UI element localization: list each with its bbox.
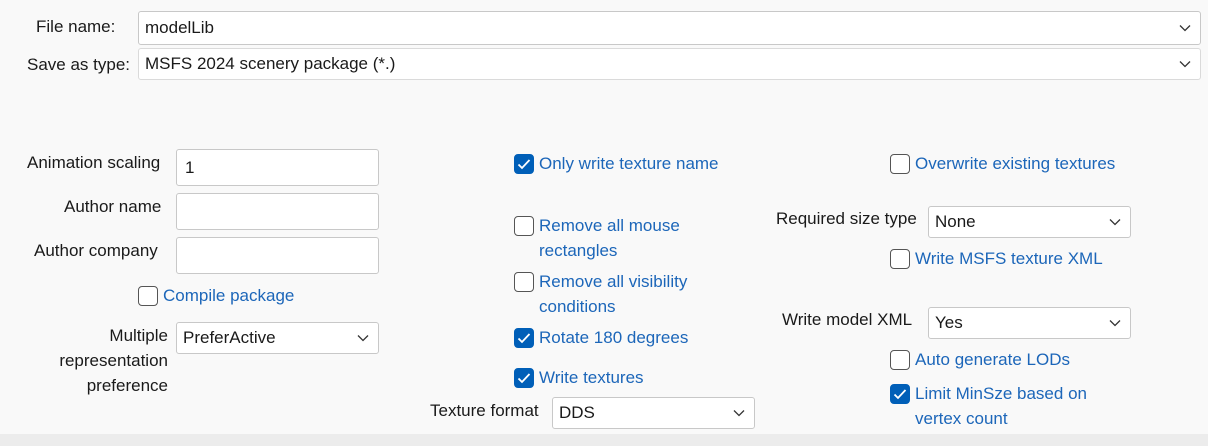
multiple-representation-select[interactable]: PreferActive (176, 322, 379, 354)
author-name-input[interactable] (176, 193, 379, 230)
save-as-type-select[interactable]: MSFS 2024 scenery package (*.) (138, 48, 1201, 80)
multiple-representation-label-line3: preference (86, 376, 168, 395)
author-company-label: Author company (34, 241, 158, 260)
required-size-type-value: None (935, 212, 976, 231)
auto-generate-lods-label[interactable]: Auto generate LODs (915, 347, 1070, 372)
texture-format-value: DDS (559, 403, 595, 422)
multiple-representation-label-line1: Multiple (109, 326, 168, 345)
multiple-representation-label-line2: representation (59, 351, 168, 370)
overwrite-existing-textures-label[interactable]: Overwrite existing textures (915, 151, 1115, 176)
limit-minsize-label-line2: vertex count (915, 409, 1008, 428)
chevron-down-icon[interactable] (1100, 218, 1130, 226)
remove-visibility-conditions-checkbox[interactable] (514, 272, 534, 292)
write-textures-checkbox[interactable] (514, 368, 534, 388)
texture-format-label: Texture format (430, 401, 539, 420)
chevron-down-icon[interactable] (1170, 24, 1200, 32)
multiple-representation-value: PreferActive (183, 328, 276, 347)
remove-mouse-rectangles-checkbox[interactable] (514, 216, 534, 236)
checkmark-icon (517, 159, 531, 170)
only-write-texture-name-checkbox[interactable] (514, 154, 534, 174)
remove-visibility-conditions-label[interactable]: Remove all visibility conditions (539, 269, 687, 319)
texture-format-select[interactable]: DDS (552, 397, 755, 429)
multiple-representation-label: Multiple representation preference (40, 323, 168, 398)
limit-minsize-label-line1: Limit MinSze based on (915, 384, 1087, 403)
file-name-input[interactable]: modelLib (138, 11, 1201, 45)
write-msfs-texture-xml-checkbox[interactable] (890, 249, 910, 269)
save-as-type-value: MSFS 2024 scenery package (*.) (145, 54, 396, 73)
chevron-down-icon[interactable] (1100, 319, 1130, 327)
write-textures-label[interactable]: Write textures (539, 365, 644, 390)
required-size-type-select[interactable]: None (928, 206, 1131, 238)
write-model-xml-label: Write model XML (782, 310, 913, 329)
limit-minsize-label[interactable]: Limit MinSze based on vertex count (915, 381, 1087, 431)
checkmark-icon (517, 333, 531, 344)
chevron-down-icon[interactable] (724, 409, 754, 417)
chevron-down-icon[interactable] (348, 334, 378, 342)
compile-package-label[interactable]: Compile package (163, 283, 294, 308)
remove-mouse-rectangles-label[interactable]: Remove all mouse rectangles (539, 213, 680, 263)
only-write-texture-name-label[interactable]: Only write texture name (539, 151, 719, 176)
remove-visibility-conditions-label-line2: conditions (539, 297, 616, 316)
required-size-type-label: Required size type (776, 209, 917, 228)
animation-scaling-label: Animation scaling (27, 153, 161, 172)
checkmark-icon (517, 373, 531, 384)
footer-strip (0, 434, 1208, 446)
remove-visibility-conditions-label-line1: Remove all visibility (539, 272, 688, 291)
remove-mouse-rectangles-label-line2: rectangles (539, 241, 618, 260)
author-company-input[interactable] (176, 237, 379, 274)
file-name-value: modelLib (145, 18, 214, 37)
write-model-xml-select[interactable]: Yes (928, 307, 1131, 339)
file-name-label: File name: (36, 17, 116, 36)
chevron-down-icon[interactable] (1170, 60, 1200, 68)
checkmark-icon (893, 389, 907, 400)
auto-generate-lods-checkbox[interactable] (890, 350, 910, 370)
limit-minsize-checkbox[interactable] (890, 384, 910, 404)
write-model-xml-value: Yes (935, 313, 963, 332)
compile-package-checkbox[interactable] (138, 286, 158, 306)
overwrite-existing-textures-checkbox[interactable] (890, 154, 910, 174)
save-as-type-label: Save as type: (27, 55, 131, 74)
rotate-180-label[interactable]: Rotate 180 degrees (539, 325, 688, 350)
animation-scaling-input[interactable]: 1 (176, 149, 379, 186)
write-msfs-texture-xml-label[interactable]: Write MSFS texture XML (915, 246, 1103, 271)
rotate-180-checkbox[interactable] (514, 328, 534, 348)
author-name-label: Author name (64, 197, 162, 216)
remove-mouse-rectangles-label-line1: Remove all mouse (539, 216, 680, 235)
